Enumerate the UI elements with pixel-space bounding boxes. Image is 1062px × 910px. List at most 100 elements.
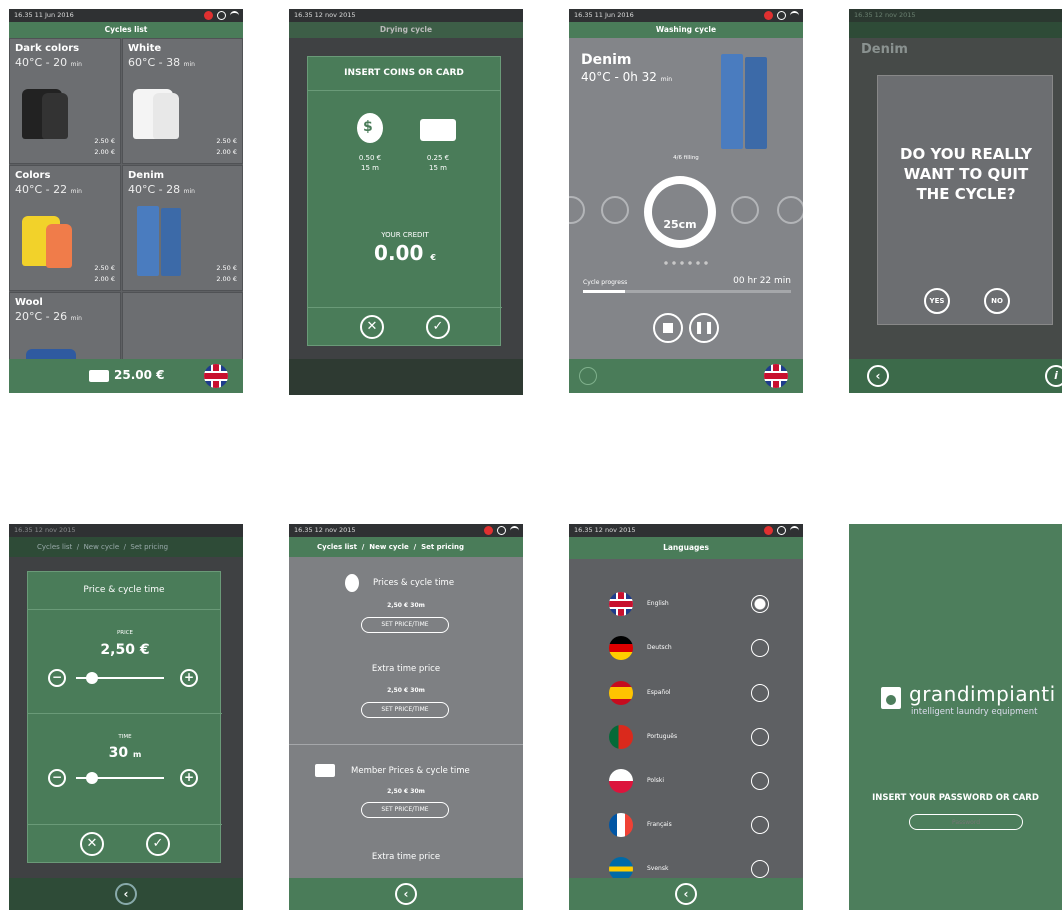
crumb-set-pricing[interactable]: Set pricing [421,543,464,551]
cycle-name: Denim [861,42,908,57]
radio-button[interactable] [751,728,769,746]
time-plus-button[interactable]: + [180,769,198,787]
cancel-button[interactable]: ✕ [80,832,104,856]
bottom-bar [289,359,523,395]
back-button[interactable]: ‹ [675,883,697,905]
cycle-name: Denim [128,170,165,181]
cycle-temp: 60°C - 38 min [128,56,195,69]
uk-flag-icon[interactable] [764,364,788,388]
cycles-list-screen: 16.35 11 Jun 2016 Cycles list Dark color… [9,9,243,393]
password-field[interactable] [909,814,1023,830]
water-level-icon: 25cm [644,176,716,248]
key-icon[interactable] [579,367,597,385]
crumb-set-pricing[interactable]: Set pricing [130,543,168,551]
cycle-card-wool[interactable]: Wool 20°C - 26 min [9,292,121,369]
status-time: 16.35 11 Jun 2016 [574,11,634,19]
phase-icon-prev2 [569,196,585,224]
pause-button[interactable]: ❚❚ [689,313,719,343]
language-label: English [647,600,669,607]
price-slider-knob[interactable] [86,672,98,684]
phase-icon-next2 [777,196,803,224]
wifi-icon [230,11,239,20]
cycle-card-denim[interactable]: Denim 40°C - 28 min 2.50 € 2.00 € [122,165,243,291]
cloud-icon [777,11,786,20]
cancel-button[interactable]: ✕ [360,315,384,339]
language-option-english[interactable]: English [609,590,769,620]
dialog-title: INSERT COINS OR CARD [308,57,500,91]
crumb-cycles-list[interactable]: Cycles list [317,543,357,551]
stop-button[interactable] [653,313,683,343]
radio-button[interactable] [751,639,769,657]
coin-time: 15 m [361,164,379,172]
price-minus-button[interactable]: − [48,669,66,687]
language-label: Português [647,733,678,740]
alert-icon [764,11,773,20]
cycle-card-dark-colors[interactable]: Dark colors 40°C - 20 min 2.50 € 2.00 € [9,38,121,164]
crumb-new-cycle[interactable]: New cycle [369,543,409,551]
language-option-deutsch[interactable]: Deutsch [609,634,769,664]
spain-flag-icon [609,681,633,705]
set-price-time-button[interactable]: SET PRICE/TIME [361,702,449,718]
section-value: 2,50 € 30m [387,687,425,694]
bottom-bar: ‹ [9,878,243,910]
cycle-card-colors[interactable]: Colors 40°C - 22 min 2.50 € 2.00 € [9,165,121,291]
language-option-polski[interactable]: Polski [609,767,769,797]
tshirt-icon [42,93,68,139]
progress-label: Cycle progress [583,279,628,286]
section-value: 2,50 € 30m [387,602,425,609]
coin-price: 2.50 € [94,137,115,145]
time-slider-knob[interactable] [86,772,98,784]
wifi-icon [790,11,799,20]
radio-selected[interactable] [751,595,769,613]
no-button[interactable]: NO [984,288,1010,314]
insert-coins-screen: 16.35 12 nov 2015 Drying cycle INSERT CO… [289,9,523,395]
language-label: Svensk [647,865,669,872]
time-label: TIME [118,734,132,740]
back-button[interactable]: ‹ [115,883,137,905]
cycle-name: Dark colors [15,43,80,54]
wifi-icon [790,526,799,535]
radio-button[interactable] [751,772,769,790]
status-bar: 16.35 12 nov 2015 [569,524,803,537]
uk-flag-icon [609,592,633,616]
uk-flag-icon[interactable] [204,364,228,388]
cycle-card-white[interactable]: White 60°C - 38 min 2.50 € 2.00 € [122,38,243,164]
yes-button[interactable]: YES [924,288,950,314]
status-bar: 16.35 12 nov 2015 [849,9,1062,22]
status-time: 16.35 12 nov 2015 [294,526,356,534]
alert-icon [204,11,213,20]
back-button[interactable]: ‹ [867,365,889,387]
radio-button[interactable] [751,860,769,878]
card-price: 2.00 € [94,275,115,283]
section-title: Extra time price [371,852,441,862]
info-button[interactable]: i [1045,365,1062,387]
cycle-name: Wool [15,297,43,308]
status-bar: 16.35 12 nov 2015 [289,9,523,22]
confirm-button[interactable]: ✓ [426,315,450,339]
back-button[interactable]: ‹ [395,883,417,905]
set-price-time-button[interactable]: SET PRICE/TIME [361,802,449,818]
set-price-time-button[interactable]: SET PRICE/TIME [361,617,449,633]
price-plus-button[interactable]: + [180,669,198,687]
crumb-cycles-list[interactable]: Cycles list [37,543,72,551]
coins-icon-symbol: $ [363,119,373,135]
cloud-icon [497,526,506,535]
radio-button[interactable] [751,684,769,702]
language-label: Deutsch [647,644,672,651]
confirm-button[interactable]: ✓ [146,832,170,856]
status-bar: 16.35 12 nov 2015 [9,524,243,537]
radio-button[interactable] [751,816,769,834]
crumb-new-cycle[interactable]: New cycle [84,543,120,551]
phase-label: 4/6 filling [673,155,699,161]
language-label: Français [647,821,672,828]
cycle-name: Colors [15,170,51,181]
quit-dialog: DO YOU REALLY WANT TO QUIT THE CYCLE? YE… [877,75,1053,325]
language-option-francais[interactable]: Français [609,811,769,841]
card-price: 0.25 € [426,154,450,162]
card-time: 15 m [429,164,447,172]
language-option-espanol[interactable]: Español [609,679,769,709]
jeans-icon [745,57,767,149]
status-time: 16.35 12 nov 2015 [294,11,356,19]
time-minus-button[interactable]: − [48,769,66,787]
language-option-portugues[interactable]: Português [609,723,769,753]
